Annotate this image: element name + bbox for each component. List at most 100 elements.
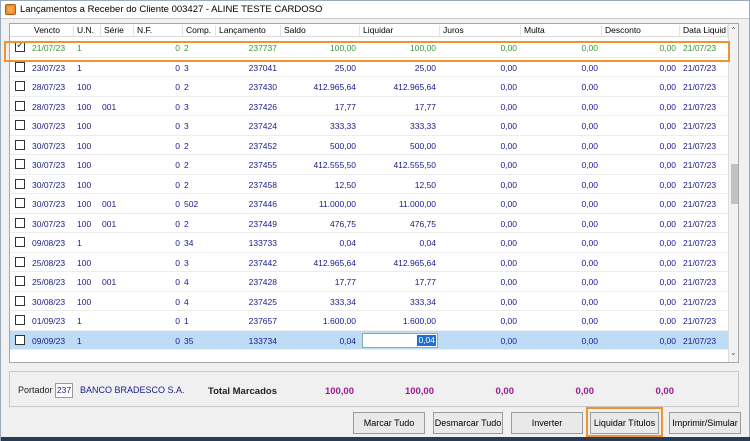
row-checkbox[interactable] (15, 217, 25, 228)
cell-nf: 0 (175, 160, 180, 170)
cell-multa: 0,00 (581, 218, 598, 229)
col-un[interactable]: U.N. (75, 25, 101, 37)
row-checkbox[interactable] (15, 295, 25, 306)
cell-serie: 001 (102, 218, 117, 229)
cell-lanc: 237426 (248, 101, 277, 112)
marcar-tudo-button[interactable]: Marcar Tudo (353, 412, 425, 434)
row-checkbox[interactable] (15, 256, 25, 267)
row-checkbox[interactable] (15, 81, 25, 91)
col-desconto[interactable]: Desconto (603, 25, 680, 37)
row-checkbox[interactable] (15, 334, 25, 345)
cell-un: 1 (77, 62, 82, 73)
cell-multa: 0,00 (581, 121, 598, 131)
total-juros: 0,00 (495, 386, 515, 397)
cell-multa: 0,00 (581, 140, 598, 151)
cell-data: 21/07/23 (683, 121, 717, 131)
col-juros[interactable]: Juros (441, 25, 521, 37)
scroll-thumb[interactable] (731, 164, 738, 204)
col-lancamento[interactable]: Lançamento (217, 25, 281, 37)
cell-lanc: 237458 (248, 179, 277, 190)
cell-liquidar: 412.965,64 (393, 82, 436, 92)
receivables-grid: Vencto U.N. Série N.F. Comp. Lançamento … (9, 23, 739, 363)
row-checkbox[interactable] (15, 315, 25, 325)
row-checkbox[interactable] (15, 159, 25, 169)
col-vencto[interactable]: Vencto (32, 25, 74, 37)
table-row[interactable]: 25/08/23 100 001 0 4 237428 17,77 17,77 0,00 0,00… (10, 272, 728, 292)
table-row[interactable]: 30/07/23 100 0 2 237458 12,50 12,50 0,00 0,00 0,0… (10, 175, 728, 194)
totals-panel: Portador 237 BANCO BRADESCO S.A. Total M… (9, 371, 739, 407)
vertical-scrollbar[interactable]: ⌃ ⌄ (728, 24, 738, 362)
row-checkbox[interactable] (15, 120, 25, 130)
cell-saldo: 412.555,50 (313, 160, 356, 170)
imprimir-simular-button[interactable]: Imprimir/Simular (669, 412, 741, 434)
cell-nf: 0 (175, 121, 180, 131)
row-checkbox[interactable] (15, 237, 25, 247)
table-row[interactable]: 09/09/23 1 0 35 133734 0,04 0,04 0,00 0,00 0,00 21… (10, 330, 728, 350)
cell-desconto: 0,00 (659, 179, 676, 190)
row-checkbox[interactable] (15, 198, 25, 208)
cell-lanc: 237428 (248, 277, 277, 287)
cell-un: 100 (77, 140, 92, 151)
cell-juros: 0,00 (500, 316, 517, 326)
col-liquidar[interactable]: Liquidar (361, 25, 440, 37)
col-data-liquid[interactable]: Data Liquid (681, 25, 728, 37)
cell-vencto: 30/07/23 (32, 160, 66, 170)
cell-liquidar: 17,77 (414, 101, 436, 112)
table-row[interactable]: 30/07/23 100 001 0 502 237446 11.000,00 11.000,… (10, 194, 728, 214)
cell-desconto: 0,00 (659, 62, 676, 73)
cell-comp: 3 (184, 121, 189, 131)
scroll-down-icon[interactable]: ⌄ (730, 348, 737, 357)
cell-data: 21/07/23 (683, 179, 717, 190)
cell-vencto: 23/07/23 (32, 62, 66, 73)
scroll-up-icon[interactable]: ⌃ (730, 26, 737, 35)
table-row[interactable]: 30/07/23 100 0 3 237424 333,33 333,33 0,00 0,00 0… (10, 116, 728, 136)
cell-comp: 1 (184, 316, 189, 326)
col-comp[interactable]: Comp. (184, 25, 216, 37)
table-row[interactable]: 30/08/23 100 0 4 237425 333,34 333,34 0,00 0,00 0… (10, 292, 728, 311)
cell-desconto: 0,00 (659, 121, 676, 131)
col-serie[interactable]: Série (102, 25, 134, 37)
cell-vencto: 28/07/23 (32, 82, 66, 92)
cell-un: 100 (77, 121, 92, 131)
col-nf[interactable]: N.F. (135, 25, 183, 37)
cell-nf: 0 (175, 199, 180, 209)
table-row[interactable]: 25/08/23 100 0 3 237442 412.965,64 412.965,64 0… (10, 253, 728, 272)
desmarcar-tudo-button[interactable]: Desmarcar Tudo (433, 412, 503, 434)
cell-multa: 0,00 (581, 82, 598, 92)
table-row[interactable]: 01/09/23 1 0 1 237657 1.600,00 1.600,00 0,00 0,0… (10, 311, 728, 331)
table-row[interactable]: 09/08/23 1 0 34 133733 0,04 0,04 0,00 0,00 0,00 21… (10, 233, 728, 253)
table-row[interactable]: 28/07/23 100 001 0 3 237426 17,77 17,77 0,00 0,00… (10, 97, 728, 116)
row-checkbox[interactable] (15, 276, 25, 286)
cell-desconto: 0,00 (659, 238, 676, 248)
row-checkbox[interactable] (15, 61, 25, 72)
cell-comp: 4 (184, 296, 189, 307)
cell-saldo: 412.965,64 (313, 82, 356, 92)
col-multa[interactable]: Multa (522, 25, 602, 37)
grid-body: 21/07/23102237737100,00100,000,000,000,0… (10, 38, 728, 350)
table-row[interactable]: 28/07/23 100 0 2 237430 412.965,64 412.965,64 0… (10, 77, 728, 97)
cell-un: 100 (77, 277, 92, 287)
cell-nf: 0 (175, 296, 180, 307)
row-checkbox[interactable] (15, 100, 25, 111)
cell-saldo: 333,33 (330, 121, 356, 131)
table-row[interactable]: 30/07/23 100 0 2 237452 500,00 500,00 0,00 0,00 0… (10, 136, 728, 155)
inverter-button[interactable]: Inverter (511, 412, 583, 434)
cell-multa: 0,00 (581, 238, 598, 248)
table-row[interactable]: 30/07/23 100 0 2 237455 412.555,50 412.555,50 0… (10, 155, 728, 175)
cell-comp: 2 (184, 82, 189, 92)
cell-desconto: 0,00 (659, 140, 676, 151)
cell-vencto: 30/07/23 (32, 179, 66, 190)
highlight-frame-button (586, 407, 663, 437)
cell-vencto: 30/07/23 (32, 140, 66, 151)
cell-data: 21/07/23 (683, 140, 717, 151)
table-row[interactable]: 30/07/23 100 001 0 2 237449 476,75 476,75 0,00 0,… (10, 214, 728, 233)
col-saldo[interactable]: Saldo (282, 25, 360, 37)
row-checkbox[interactable] (15, 139, 25, 150)
cell-nf: 0 (175, 218, 180, 229)
cell-nf: 0 (175, 238, 180, 248)
liquidar-edit-field[interactable]: 0,04 (362, 332, 438, 348)
row-checkbox[interactable] (15, 178, 25, 189)
portador-code-field[interactable]: 237 (55, 383, 73, 398)
cell-un: 100 (77, 160, 92, 170)
taskbar-strip (1, 437, 750, 441)
